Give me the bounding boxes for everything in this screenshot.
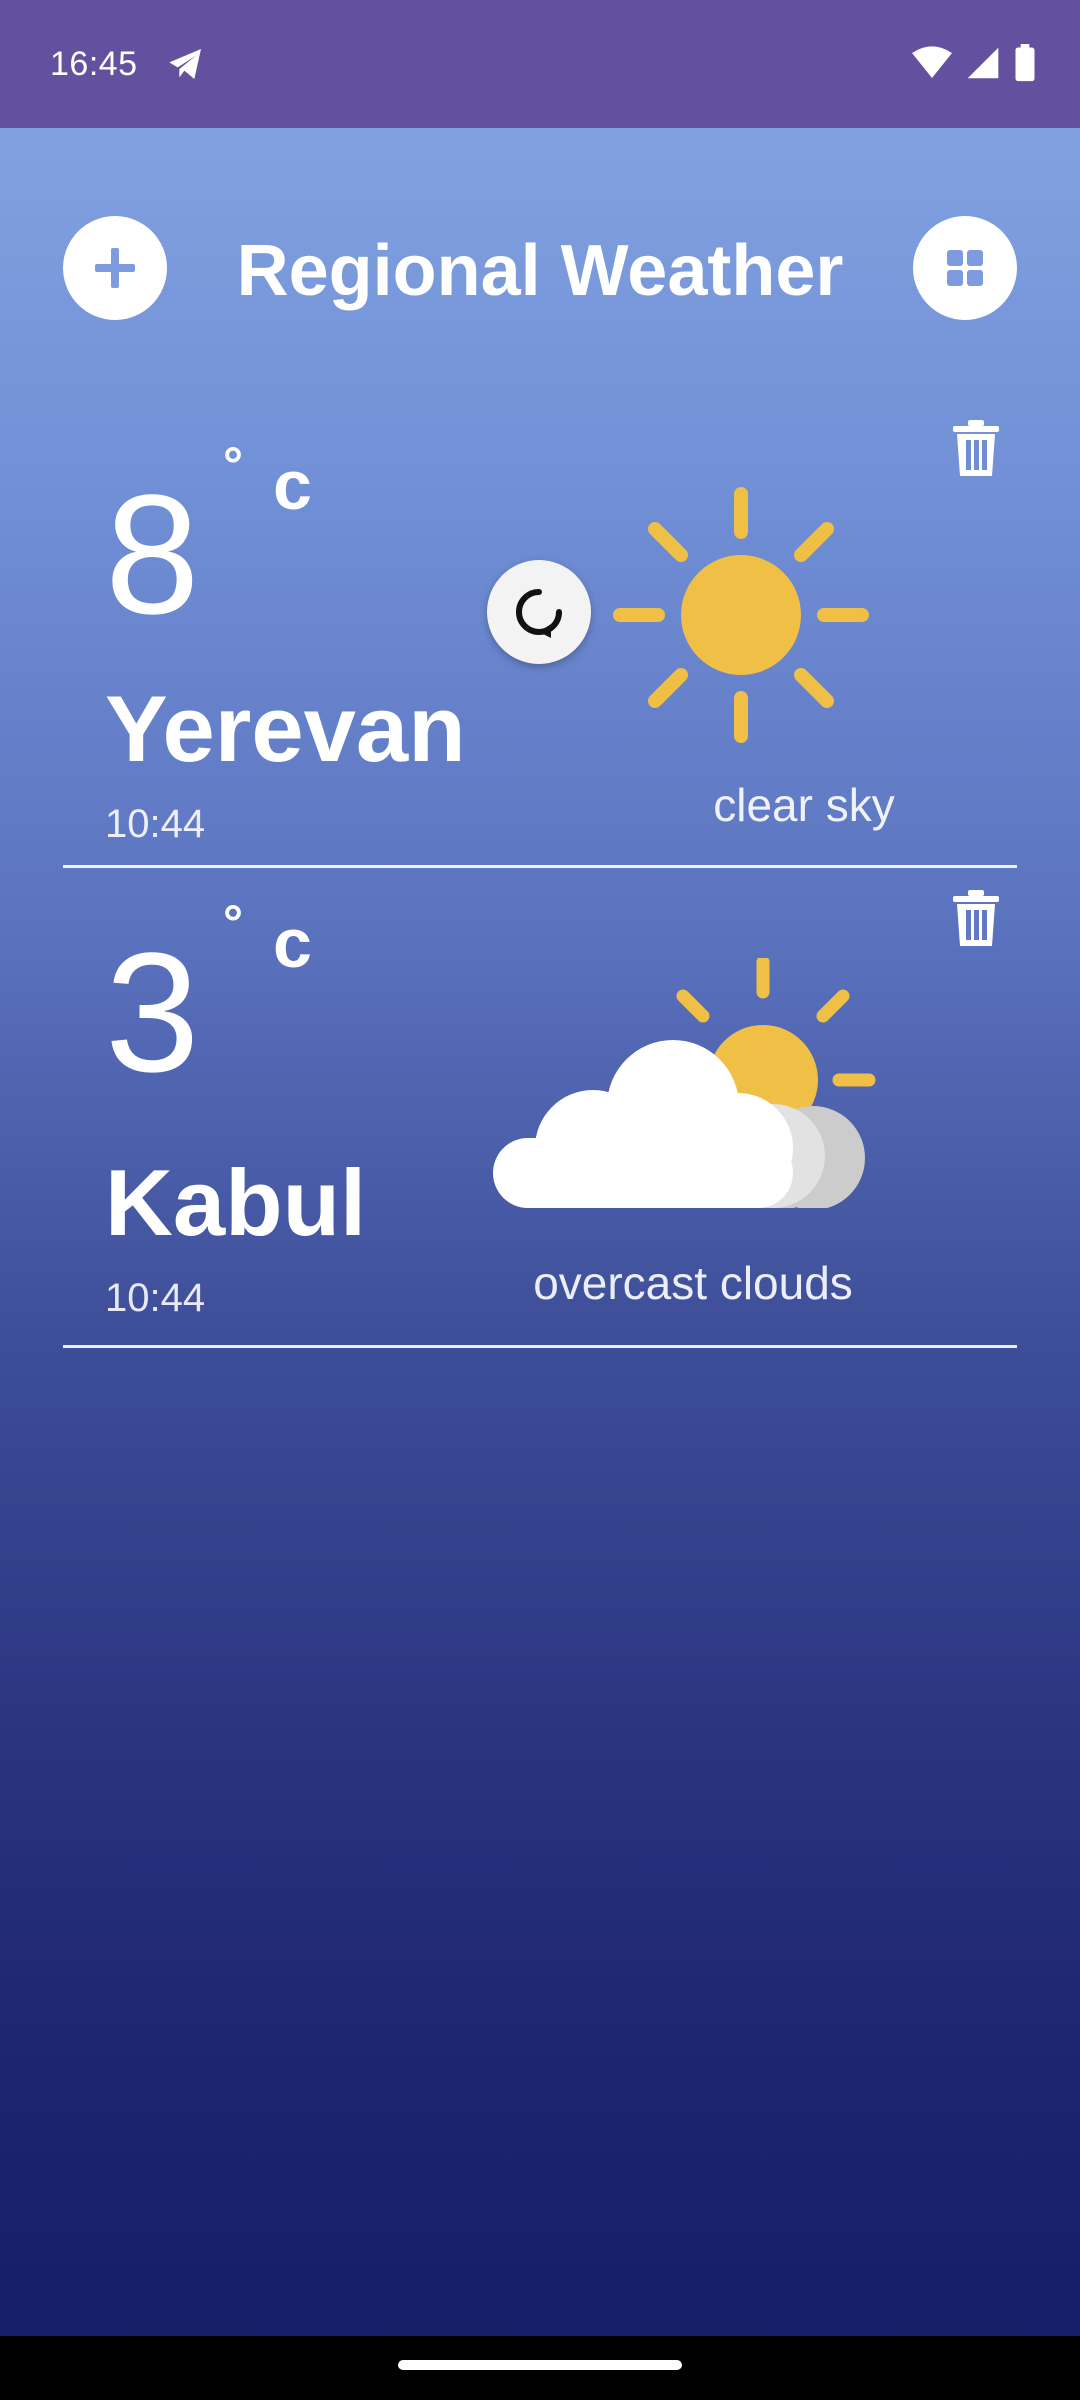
weather-condition: overcast clouds bbox=[533, 1257, 853, 1309]
grid-view-button[interactable] bbox=[913, 216, 1017, 320]
battery-icon bbox=[1015, 44, 1035, 82]
degree-symbol: ° bbox=[223, 437, 243, 493]
navigation-bar bbox=[0, 2336, 1080, 2400]
delete-icon[interactable] bbox=[951, 420, 1001, 476]
sun-icon bbox=[613, 487, 869, 743]
update-time: 10:44 bbox=[105, 1276, 206, 1320]
temperature-value: 3 bbox=[105, 918, 200, 1108]
delete-icon[interactable] bbox=[951, 890, 1001, 946]
status-bar: 16:45 bbox=[0, 0, 1080, 128]
weather-card[interactable]: 3 ° c Kabul 10:44 overcast clouds bbox=[63, 868, 1017, 1348]
city-name: Yerevan bbox=[105, 676, 466, 781]
weather-condition: clear sky bbox=[713, 779, 895, 831]
status-time: 16:45 bbox=[50, 44, 138, 83]
temperature-unit: c bbox=[273, 904, 312, 982]
telegram-icon bbox=[168, 49, 201, 79]
refresh-button[interactable] bbox=[487, 560, 591, 664]
app-header: Regional Weather bbox=[0, 216, 1080, 322]
city-name: Kabul bbox=[105, 1150, 367, 1255]
signal-icon bbox=[967, 47, 999, 79]
refresh-icon bbox=[516, 589, 562, 638]
degree-symbol: ° bbox=[223, 895, 243, 951]
wifi-icon bbox=[912, 46, 952, 78]
grid-icon bbox=[947, 250, 983, 286]
status-icons bbox=[912, 44, 1036, 82]
home-gesture-handle[interactable] bbox=[398, 2360, 682, 2370]
temperature-unit: c bbox=[273, 446, 312, 524]
cloud-sun-icon bbox=[493, 958, 876, 1208]
update-time: 10:44 bbox=[105, 802, 206, 846]
temperature-value: 8 bbox=[105, 460, 200, 650]
